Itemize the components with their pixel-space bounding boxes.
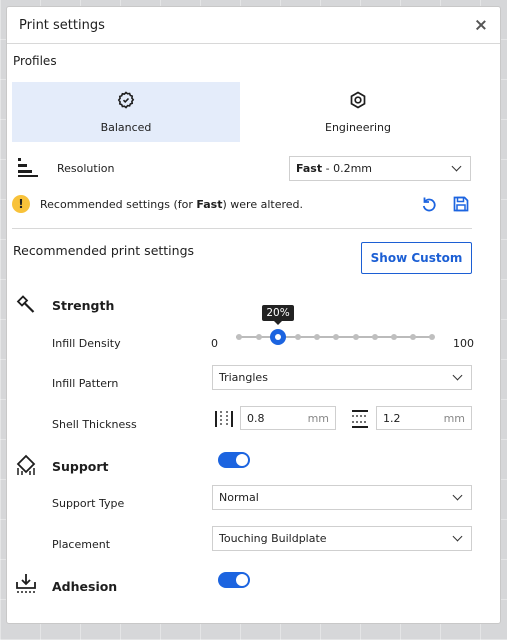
slider-tick bbox=[256, 334, 262, 340]
slider-max-label: 100 bbox=[453, 337, 474, 350]
wall-thickness-value: 0.8 bbox=[247, 411, 265, 425]
top-bottom-thickness-unit: mm bbox=[443, 411, 465, 425]
slider-tick bbox=[372, 334, 378, 340]
panel-title: Print settings bbox=[19, 17, 105, 33]
hex-nut-icon bbox=[350, 91, 366, 108]
wall-thickness-unit: mm bbox=[307, 411, 329, 425]
section-divider bbox=[12, 228, 472, 229]
gear-badge-icon bbox=[117, 90, 135, 109]
reset-icon[interactable] bbox=[420, 195, 438, 213]
wall-thickness-input[interactable]: 0.8 mm bbox=[240, 406, 336, 430]
chevron-down-icon bbox=[452, 370, 463, 381]
slider-tick bbox=[314, 334, 320, 340]
adhesion-toggle[interactable] bbox=[218, 572, 250, 588]
support-toggle[interactable] bbox=[218, 452, 250, 468]
adhesion-title: Adhesion bbox=[52, 579, 118, 594]
slider-tick bbox=[410, 334, 416, 340]
slider-tick bbox=[295, 334, 301, 340]
chevron-down-icon bbox=[451, 161, 462, 171]
strength-title: Strength bbox=[52, 298, 115, 313]
warning-icon: ! bbox=[12, 195, 30, 213]
infill-pattern-value: Triangles bbox=[219, 371, 268, 384]
show-custom-button[interactable]: Show Custom bbox=[361, 242, 472, 274]
profile-engineering[interactable]: Engineering bbox=[244, 82, 472, 142]
close-icon[interactable] bbox=[474, 18, 488, 32]
top-bottom-thickness-icon bbox=[352, 410, 368, 428]
resolution-icon bbox=[18, 158, 38, 177]
infill-pattern-dropdown[interactable]: Triangles bbox=[212, 365, 472, 390]
support-type-label: Support Type bbox=[52, 497, 125, 510]
chevron-down-icon bbox=[452, 531, 463, 542]
top-bottom-thickness-input[interactable]: 1.2 mm bbox=[376, 406, 472, 430]
slider-min-label: 0 bbox=[211, 337, 218, 350]
slider-tick bbox=[429, 334, 435, 340]
hammer-icon bbox=[16, 295, 35, 313]
altered-warning: ! Recommended settings (for Fast) were a… bbox=[12, 193, 472, 215]
profile-engineering-label: Engineering bbox=[325, 120, 391, 134]
slider-tick bbox=[391, 334, 397, 340]
top-bottom-thickness-value: 1.2 bbox=[383, 411, 401, 425]
placement-dropdown[interactable]: Touching Buildplate bbox=[212, 526, 472, 551]
profiles-label: Profiles bbox=[13, 54, 57, 68]
infill-tooltip: 20% bbox=[262, 305, 294, 325]
chevron-down-icon bbox=[452, 490, 463, 501]
panel-header: Print settings bbox=[7, 7, 500, 44]
profile-balanced[interactable]: Balanced bbox=[12, 82, 240, 142]
infill-density-label: Infill Density bbox=[52, 337, 121, 350]
support-title: Support bbox=[52, 459, 109, 474]
recommended-title: Recommended print settings bbox=[13, 243, 195, 258]
support-icon bbox=[16, 454, 36, 475]
placement-label: Placement bbox=[52, 538, 111, 551]
save-icon[interactable] bbox=[452, 195, 470, 213]
profile-balanced-label: Balanced bbox=[100, 120, 152, 134]
infill-slider-thumb[interactable] bbox=[270, 329, 286, 345]
resolution-dropdown[interactable]: Fast - 0.2mm bbox=[289, 155, 471, 181]
resolution-value: Fast - 0.2mm bbox=[296, 161, 372, 175]
warning-text: Recommended settings (for Fast) were alt… bbox=[40, 197, 303, 211]
placement-value: Touching Buildplate bbox=[219, 532, 327, 545]
infill-pattern-label: Infill Pattern bbox=[52, 377, 119, 390]
adhesion-icon bbox=[16, 574, 36, 593]
resolution-label: Resolution bbox=[57, 161, 115, 175]
support-type-value: Normal bbox=[219, 491, 259, 504]
resolution-row: Resolution Fast - 0.2mm bbox=[12, 155, 472, 181]
slider-tick bbox=[333, 334, 339, 340]
support-type-dropdown[interactable]: Normal bbox=[212, 485, 472, 510]
shell-thickness-label: Shell Thickness bbox=[52, 418, 137, 431]
slider-tick bbox=[236, 334, 242, 340]
wall-thickness-icon bbox=[215, 411, 233, 427]
slider-tick bbox=[353, 334, 359, 340]
